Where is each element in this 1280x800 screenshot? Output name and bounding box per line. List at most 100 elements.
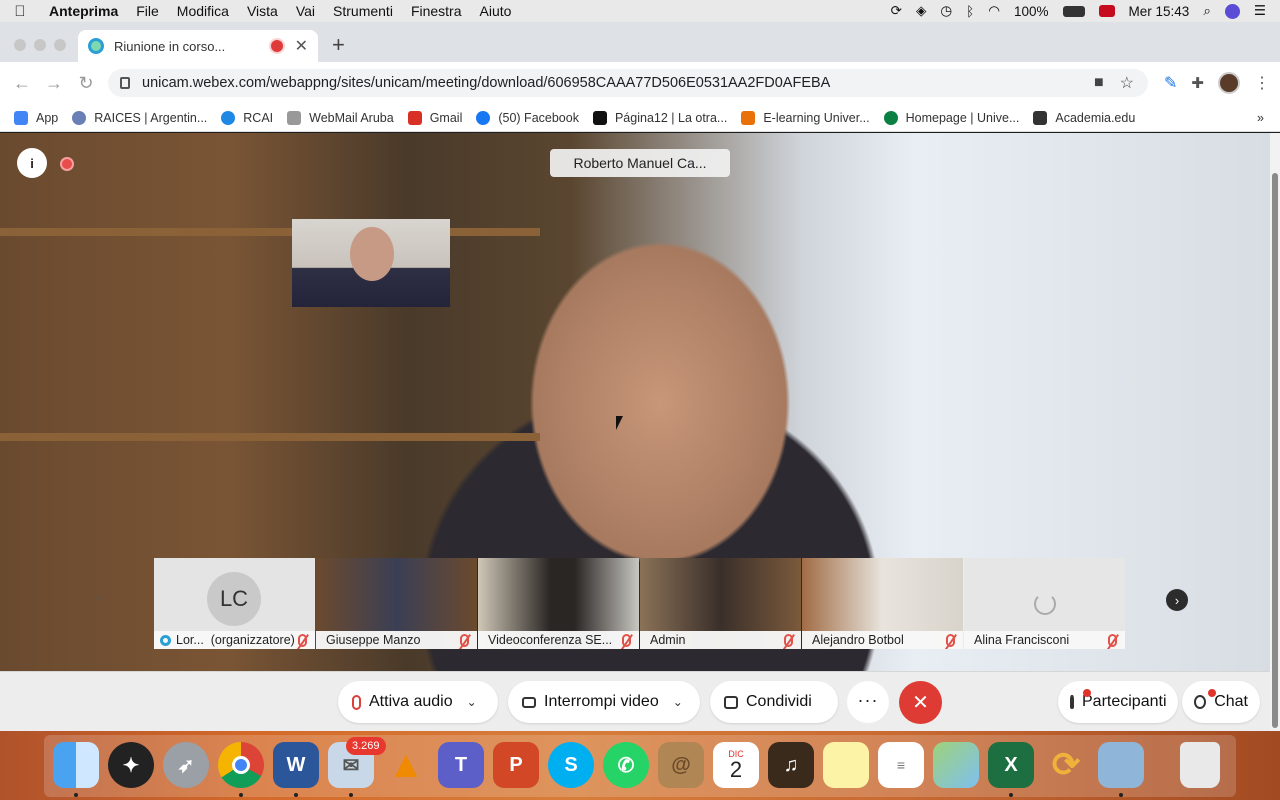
siri-icon[interactable] bbox=[1224, 3, 1240, 19]
menu-finestra[interactable]: Finestra bbox=[402, 3, 471, 19]
chrome-icon[interactable] bbox=[218, 742, 264, 788]
notification-dot bbox=[1208, 689, 1216, 697]
bookmark-item[interactable]: (50) Facebook bbox=[476, 110, 579, 125]
clock[interactable]: Mer 15:43 bbox=[1129, 4, 1190, 19]
bookmark-item[interactable]: RCAI bbox=[221, 110, 273, 125]
reload-button[interactable]: ↻ bbox=[70, 73, 102, 94]
participant-tile[interactable]: Alejandro Botbol bbox=[802, 558, 963, 649]
menu-aiuto[interactable]: Aiuto bbox=[471, 3, 521, 19]
garageband-icon[interactable]: ♫ bbox=[768, 742, 814, 788]
launchpad-icon[interactable]: ➶ bbox=[163, 742, 209, 788]
bookmark-item[interactable]: App bbox=[14, 110, 58, 125]
menu-app-name[interactable]: Anteprima bbox=[40, 3, 127, 19]
menu-strumenti[interactable]: Strumenti bbox=[324, 3, 402, 19]
page-scrollbar[interactable] bbox=[1270, 133, 1280, 731]
chevron-down-icon[interactable]: ⌄ bbox=[673, 695, 683, 709]
self-view-video[interactable] bbox=[292, 219, 450, 307]
wifi-icon[interactable]: ◠ bbox=[988, 3, 1000, 19]
battery-icon[interactable] bbox=[1062, 5, 1085, 17]
participant-tile[interactable]: Alina Francisconi bbox=[964, 558, 1125, 649]
muted-mic-icon bbox=[298, 634, 307, 647]
teams-icon[interactable]: T bbox=[438, 742, 484, 788]
participant-tile[interactable]: Giuseppe Manzo bbox=[316, 558, 477, 649]
active-speaker-video[interactable]: i Roberto Manuel Ca... ‹ LC Lor... (orga… bbox=[0, 133, 1270, 671]
menu-vista[interactable]: Vista bbox=[238, 3, 287, 19]
bookmark-item[interactable]: Página12 | La otra... bbox=[592, 110, 727, 125]
extensions-puzzle-icon[interactable]: ✚ bbox=[1191, 74, 1204, 92]
bluetooth-icon[interactable]: ᛒ bbox=[966, 4, 974, 19]
stop-video-button[interactable]: Interrompi video ⌄ bbox=[508, 681, 700, 723]
filmstrip-next-icon[interactable]: › bbox=[1166, 589, 1188, 611]
participants-button[interactable]: Partecipanti bbox=[1058, 681, 1178, 723]
running-indicator bbox=[1119, 793, 1123, 797]
bookmark-item[interactable]: RAICES | Argentin... bbox=[72, 110, 207, 125]
back-button[interactable]: ← bbox=[6, 73, 38, 94]
sync-app-icon[interactable]: ⟳ bbox=[1043, 742, 1089, 788]
participant-tile[interactable]: LC Lor... (organizzatore) bbox=[154, 558, 315, 649]
notification-center-icon[interactable]: ☰ bbox=[1254, 3, 1266, 19]
skype-icon[interactable]: S bbox=[548, 742, 594, 788]
address-bar[interactable]: unicam.webex.com/webappng/sites/unicam/m… bbox=[108, 69, 1148, 97]
menu-modifica[interactable]: Modifica bbox=[168, 3, 238, 19]
contacts-icon[interactable]: @ bbox=[658, 742, 704, 788]
filmstrip-prev-icon[interactable]: ‹ bbox=[97, 589, 115, 611]
sync-icon[interactable]: ⟳ bbox=[891, 3, 902, 19]
new-tab-button[interactable]: + bbox=[332, 32, 345, 58]
participant-tile[interactable]: Videoconferenza SE... bbox=[478, 558, 639, 649]
flag-icon[interactable] bbox=[1098, 5, 1115, 17]
battery-label[interactable]: 100% bbox=[1014, 4, 1049, 19]
scrollbar-thumb[interactable] bbox=[1272, 173, 1278, 728]
bookmark-star-icon[interactable]: ☆ bbox=[1120, 73, 1134, 93]
chrome-menu-icon[interactable]: ⋮ bbox=[1254, 73, 1270, 93]
chat-button[interactable]: Chat bbox=[1182, 681, 1260, 723]
extension-pen-icon[interactable]: ✎ bbox=[1164, 73, 1177, 93]
preview-icon[interactable] bbox=[1098, 742, 1144, 788]
forward-button[interactable]: → bbox=[38, 73, 70, 94]
more-options-button[interactable]: ··· bbox=[847, 681, 889, 723]
bookmark-item[interactable]: Academia.edu bbox=[1033, 110, 1135, 125]
participant-tile[interactable]: Admin bbox=[640, 558, 801, 649]
excel-icon[interactable]: X bbox=[988, 742, 1034, 788]
share-button[interactable]: Condividi bbox=[710, 681, 838, 723]
menu-vai[interactable]: Vai bbox=[287, 3, 324, 19]
close-tab-icon[interactable]: ✕ bbox=[295, 36, 308, 56]
chevron-down-icon[interactable]: ⌄ bbox=[467, 695, 477, 709]
lock-icon[interactable] bbox=[120, 77, 130, 89]
reminders-icon[interactable]: ≡ bbox=[878, 742, 924, 788]
recording-icon[interactable] bbox=[60, 157, 74, 171]
powerpoint-icon[interactable]: P bbox=[493, 742, 539, 788]
muted-mic-icon bbox=[1108, 634, 1117, 647]
active-tab[interactable]: Riunione in corso... ✕ bbox=[78, 30, 318, 62]
profile-avatar[interactable] bbox=[1218, 72, 1240, 94]
macos-menubar:  Anteprima File Modifica Vista Vai Stru… bbox=[0, 0, 1280, 22]
leave-meeting-button[interactable]: ✕ bbox=[899, 681, 942, 724]
menu-file[interactable]: File bbox=[127, 3, 168, 19]
compass-icon[interactable]: ✦ bbox=[108, 742, 154, 788]
finder-icon[interactable] bbox=[53, 742, 99, 788]
spotlight-icon[interactable]: ⌕ bbox=[1203, 3, 1211, 19]
dropbox-icon[interactable]: ◈ bbox=[916, 3, 926, 19]
close-window-button[interactable] bbox=[14, 39, 26, 51]
meeting-info-button[interactable]: i bbox=[17, 148, 47, 178]
raices-icon bbox=[72, 110, 87, 125]
trash-icon[interactable] bbox=[1180, 742, 1220, 788]
bookmark-item[interactable]: WebMail Aruba bbox=[287, 110, 394, 125]
maps-icon[interactable] bbox=[933, 742, 979, 788]
zoom-window-button[interactable] bbox=[54, 39, 66, 51]
word-icon[interactable]: W bbox=[273, 742, 319, 788]
bookmark-item[interactable]: Homepage | Unive... bbox=[883, 110, 1019, 125]
apple-menu-icon[interactable]:  bbox=[0, 3, 40, 20]
unmute-audio-button[interactable]: Attiva audio ⌄ bbox=[338, 681, 498, 723]
url-text[interactable]: unicam.webex.com/webappng/sites/unicam/m… bbox=[142, 75, 830, 91]
browser-tabstrip: Riunione in corso... ✕ + bbox=[0, 22, 1280, 62]
camera-in-use-icon[interactable]: ■ bbox=[1094, 74, 1104, 92]
vlc-icon[interactable]: ▲ bbox=[383, 742, 429, 788]
whatsapp-icon[interactable]: ✆ bbox=[603, 742, 649, 788]
minimize-window-button[interactable] bbox=[34, 39, 46, 51]
bookmarks-overflow-button[interactable]: » bbox=[1257, 111, 1264, 125]
notes-icon[interactable] bbox=[823, 742, 869, 788]
bookmark-item[interactable]: Gmail bbox=[407, 110, 462, 125]
bookmark-item[interactable]: E-learning Univer... bbox=[741, 110, 870, 125]
calendar-icon[interactable]: DIC 2 bbox=[713, 742, 759, 788]
time-machine-icon[interactable]: ◷ bbox=[940, 3, 952, 19]
